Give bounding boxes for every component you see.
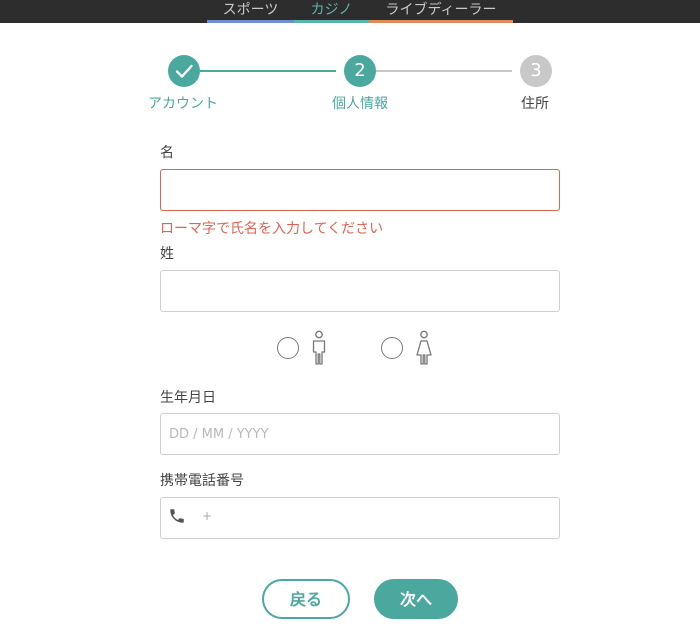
birthdate-input[interactable] <box>160 413 560 455</box>
step-connector-1 <box>200 70 336 72</box>
female-icon <box>416 330 432 365</box>
next-button[interactable]: 次へ <box>374 579 458 619</box>
step-connector-2 <box>376 70 512 72</box>
male-icon <box>312 330 326 365</box>
phone-prefix: + <box>202 509 213 523</box>
birthdate-label: 生年月日 <box>160 390 216 406</box>
step-3-circle: 3 <box>520 55 552 87</box>
step-2-circle: 2 <box>344 55 376 87</box>
first-name-label: 名 <box>160 145 174 161</box>
step-2-label: 個人情報 <box>332 96 388 112</box>
first-name-error-message: ローマ字で氏名を入力してください <box>160 221 384 237</box>
step-3-label: 住所 <box>521 96 549 112</box>
last-name-input[interactable] <box>160 270 560 312</box>
phone-label: 携帯電話番号 <box>160 473 244 489</box>
first-name-input[interactable] <box>160 169 560 211</box>
gender-female-radio[interactable] <box>381 337 403 359</box>
last-name-label: 姓 <box>160 246 174 262</box>
gender-male-radio[interactable] <box>277 337 299 359</box>
step-1-label: アカウント <box>148 96 218 112</box>
step-1-circle <box>168 55 200 87</box>
step-3-number: 3 <box>530 60 542 81</box>
phone-input[interactable] <box>160 497 560 539</box>
back-button[interactable]: 戻る <box>262 579 350 619</box>
phone-icon <box>170 509 184 523</box>
check-icon <box>175 64 193 78</box>
step-2-number: 2 <box>354 60 366 81</box>
progress-stepper: 2 3 アカウント 個人情報 住所 <box>0 0 700 120</box>
